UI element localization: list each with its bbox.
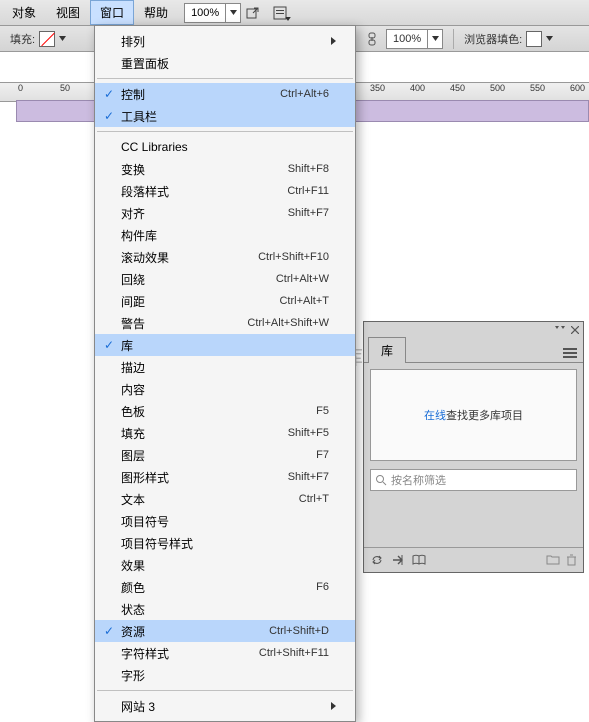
menu-item-layers[interactable]: 图层F7	[95, 444, 355, 466]
menu-item-toolbar[interactable]: ✓工具栏	[95, 105, 355, 127]
fill-dropdown-icon[interactable]	[59, 36, 66, 41]
menu-view[interactable]: 视图	[46, 0, 90, 25]
zoom-combo[interactable]: 100%	[184, 3, 241, 23]
menu-item-widget-library[interactable]: 构件库	[95, 224, 355, 246]
menu-item-bullets[interactable]: 项目符号	[95, 510, 355, 532]
menu-item-scroll-effects[interactable]: 滚动效果Ctrl+Shift+F10	[95, 246, 355, 268]
panel-spacer	[364, 497, 583, 547]
menu-item-reset-panel[interactable]: 重置面板	[95, 52, 355, 74]
window-menu-dropdown: 排列 重置面板 ✓控制Ctrl+Alt+6 ✓工具栏 CC Libraries …	[94, 25, 356, 722]
trash-icon[interactable]	[566, 554, 577, 566]
menu-window[interactable]: 窗口	[90, 0, 134, 25]
menu-item-transform[interactable]: 变换Shift+F8	[95, 158, 355, 180]
browser-fill-label: 浏览器填色:	[464, 31, 522, 47]
fill-label: 填充:	[10, 31, 35, 47]
panel-body: 在线查找更多库项目 按名称筛选	[364, 363, 583, 497]
search-icon	[375, 474, 387, 486]
separator	[453, 29, 454, 49]
panel-header	[364, 322, 583, 338]
menu-item-fill[interactable]: 填充Shift+F5	[95, 422, 355, 444]
tab-library[interactable]: 库	[368, 337, 406, 363]
menu-separator	[97, 131, 353, 132]
browser-fill-dropdown-icon[interactable]	[546, 36, 553, 41]
menu-item-text[interactable]: 文本Ctrl+T	[95, 488, 355, 510]
menu-item-align[interactable]: 对齐Shift+F7	[95, 202, 355, 224]
menu-item-graphic-styles[interactable]: 图形样式Shift+F7	[95, 466, 355, 488]
menu-separator	[97, 690, 353, 691]
panel-menu-icon[interactable]	[563, 348, 577, 358]
menu-item-bullet-styles[interactable]: 项目符号样式	[95, 532, 355, 554]
filter-input[interactable]: 按名称筛选	[370, 469, 577, 491]
library-empty-well[interactable]: 在线查找更多库项目	[370, 369, 577, 461]
menu-help[interactable]: 帮助	[134, 0, 178, 25]
menu-item-site[interactable]: 网站 3	[95, 695, 355, 717]
zoom-value: 100%	[185, 7, 225, 19]
menu-item-content[interactable]: 内容	[95, 378, 355, 400]
menu-item-wrap[interactable]: 回绕Ctrl+Alt+W	[95, 268, 355, 290]
menu-item-cc-libraries[interactable]: CC Libraries	[95, 136, 355, 158]
menu-item-control[interactable]: ✓控制Ctrl+Alt+6	[95, 83, 355, 105]
panel-tabs: 库	[364, 338, 583, 363]
workspace-icon[interactable]	[269, 5, 291, 21]
menu-item-paragraph-style[interactable]: 段落样式Ctrl+F11	[95, 180, 355, 202]
sync-icon[interactable]	[370, 554, 384, 566]
menu-item-states[interactable]: 状态	[95, 598, 355, 620]
menu-item-assets[interactable]: ✓资源Ctrl+Shift+D	[95, 620, 355, 642]
zoom-dropdown-arrow[interactable]	[225, 4, 240, 22]
menu-item-spacing[interactable]: 间距Ctrl+Alt+T	[95, 290, 355, 312]
library-panel: 库 在线查找更多库项目 按名称筛选	[363, 321, 584, 573]
menu-item-glyphs[interactable]: 字形	[95, 664, 355, 686]
menu-item-stroke[interactable]: 描边	[95, 356, 355, 378]
menu-item-warning[interactable]: 警告Ctrl+Alt+Shift+W	[95, 312, 355, 334]
go-icon[interactable]	[392, 554, 404, 566]
menu-item-library[interactable]: ✓库	[95, 334, 355, 356]
collapse-icon[interactable]	[555, 326, 565, 334]
new-folder-icon[interactable]	[546, 554, 560, 566]
menu-separator	[97, 78, 353, 79]
menu-item-color[interactable]: 颜色F6	[95, 576, 355, 598]
menu-item-character-styles[interactable]: 字符样式Ctrl+Shift+F11	[95, 642, 355, 664]
menu-bar: 对象 视图 窗口 帮助 100%	[0, 0, 589, 26]
fill-swatch[interactable]	[39, 31, 55, 47]
menu-item-effects[interactable]: 效果	[95, 554, 355, 576]
link-icon[interactable]	[364, 31, 380, 47]
menu-object[interactable]: 对象	[2, 0, 46, 25]
browser-fill-swatch[interactable]	[526, 31, 542, 47]
close-icon[interactable]	[571, 326, 579, 334]
handoff-icon[interactable]	[245, 5, 261, 21]
panel-footer	[364, 547, 583, 572]
menu-item-arrange[interactable]: 排列	[95, 30, 355, 52]
menu-item-swatches[interactable]: 色板F5	[95, 400, 355, 422]
filter-placeholder: 按名称筛选	[391, 472, 446, 488]
book-icon[interactable]	[412, 554, 426, 566]
opacity-field[interactable]: 100%	[386, 29, 443, 49]
